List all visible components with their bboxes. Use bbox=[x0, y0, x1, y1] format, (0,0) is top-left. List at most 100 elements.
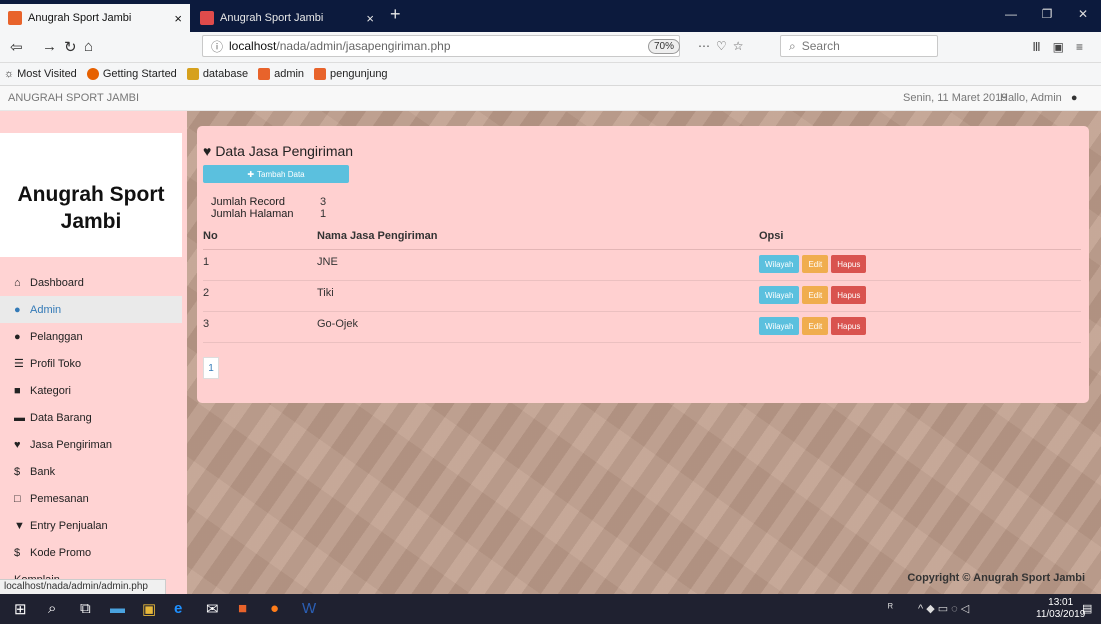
user-greeting[interactable]: Hallo, Admin ● bbox=[1000, 92, 1077, 104]
tab-active[interactable]: Anugrah Sport Jambi × bbox=[0, 4, 190, 32]
record-count-value: 3 bbox=[320, 196, 327, 208]
site-favicon-icon bbox=[200, 11, 214, 25]
search-icon[interactable]: ⌕ bbox=[48, 600, 56, 617]
wilayah-button[interactable]: Wilayah bbox=[759, 286, 800, 304]
forward-icon[interactable]: → bbox=[42, 38, 57, 55]
zoom-level[interactable]: 70% bbox=[648, 39, 681, 54]
site-header: ANUGRAH SPORT JAMBI Senin, 11 Maret 2019… bbox=[0, 86, 1101, 111]
sidebar-item-pelanggan[interactable]: ● Pelanggan bbox=[0, 323, 187, 350]
minimize-icon[interactable]: — bbox=[993, 0, 1029, 28]
map-marker-icon: ♥ bbox=[203, 143, 212, 159]
bookmark-pengunjung[interactable]: pengunjung bbox=[314, 68, 388, 80]
cart-icon: □ bbox=[14, 492, 21, 505]
pagination-page-1[interactable]: 1 bbox=[203, 357, 219, 379]
windows-start-icon[interactable]: ⊞ bbox=[14, 600, 27, 618]
bookmark-most-visited[interactable]: ☼ Most Visited bbox=[4, 68, 77, 80]
hapus-button[interactable]: Hapus bbox=[831, 286, 867, 304]
new-tab-button[interactable]: + bbox=[390, 4, 401, 25]
bookmarks-bar: ☼ Most Visited Getting Started database a… bbox=[0, 63, 1101, 86]
record-count-label: Jumlah Record bbox=[211, 196, 285, 208]
sidebar-item-profil-toko[interactable]: ☰ Profil Toko bbox=[0, 350, 187, 377]
logo-box: Anugrah Sport Jambi bbox=[0, 133, 182, 257]
cart-icon: ▼ bbox=[14, 519, 25, 532]
row-name: Tiki bbox=[317, 287, 334, 299]
user-icon: ● bbox=[14, 303, 21, 316]
sidebar-item-kode-promo[interactable]: $ Kode Promo bbox=[0, 539, 187, 566]
wilayah-button[interactable]: Wilayah bbox=[759, 317, 800, 335]
bookmark-getting-started[interactable]: Getting Started bbox=[86, 68, 177, 80]
search-placeholder: Search bbox=[801, 39, 840, 53]
restore-icon[interactable]: ❐ bbox=[1029, 0, 1065, 28]
dollar-icon: $ bbox=[14, 465, 21, 478]
row-number: 2 bbox=[203, 287, 210, 299]
book-icon: ■ bbox=[14, 384, 21, 397]
site-favicon-icon bbox=[314, 68, 327, 80]
bookmark-admin[interactable]: admin bbox=[258, 68, 304, 80]
home-icon[interactable]: ⌂ bbox=[84, 38, 93, 55]
close-window-icon[interactable]: ✕ bbox=[1065, 0, 1101, 28]
sidebar-item-bank[interactable]: $ Bank bbox=[0, 458, 187, 485]
sidebar-item-dashboard[interactable]: ⌂ Dashboard bbox=[0, 269, 187, 296]
tray-icons[interactable]: ^ ◆ ▭ ◌ ◁ bbox=[918, 602, 969, 615]
table-row: 3 Go-Ojek Wilayah Edit Hapus bbox=[203, 312, 1081, 343]
sidebar: Anugrah Sport Jambi ⌂ Dashboard ● Admin ● P… bbox=[0, 111, 187, 594]
store-icon[interactable]: ▣ bbox=[142, 600, 156, 618]
row-actions: Wilayah Edit Hapus bbox=[759, 286, 869, 304]
main-panel: ♥ Data Jasa Pengiriman ✚ Tambah Data Jumla… bbox=[197, 126, 1089, 403]
search-input[interactable]: ⌕ Search bbox=[780, 35, 938, 57]
edit-button[interactable]: Edit bbox=[802, 255, 829, 273]
firefox-icon[interactable]: ● bbox=[270, 600, 279, 617]
edit-button[interactable]: Edit bbox=[802, 317, 829, 335]
edit-button[interactable]: Edit bbox=[802, 286, 829, 304]
map-marker-icon: ♥ bbox=[14, 438, 21, 451]
people-icon[interactable]: ᴿ bbox=[888, 602, 893, 614]
dollar-icon: $ bbox=[14, 546, 21, 559]
sidebar-item-entry-penjualan[interactable]: ▼ Entry Penjualan bbox=[0, 512, 187, 539]
page-title: ♥ Data Jasa Pengiriman bbox=[203, 143, 354, 159]
hapus-button[interactable]: Hapus bbox=[831, 317, 867, 335]
sidebar-item-jasa-pengiriman[interactable]: ♥ Jasa Pengiriman bbox=[0, 431, 187, 458]
column-header-opsi: Opsi bbox=[759, 230, 784, 242]
table-header: No Nama Jasa Pengiriman Opsi bbox=[203, 227, 1081, 250]
library-icon[interactable]: Ⅲ▣≡ bbox=[1032, 40, 1095, 54]
bookmark-database[interactable]: database bbox=[186, 68, 248, 80]
tab-inactive[interactable]: Anugrah Sport Jambi × bbox=[192, 4, 382, 32]
add-data-button[interactable]: ✚ Tambah Data bbox=[203, 165, 349, 183]
browser-nav-bar: ⇦ → ↻ ⌂ ⓘ localhost/nada/admin/jasapengi… bbox=[0, 32, 1101, 63]
site-favicon-icon bbox=[258, 68, 271, 80]
page-actions-icon[interactable]: ⋯♡☆ bbox=[698, 39, 750, 53]
taskbar-clock[interactable]: 13:01 11/03/2019 bbox=[1036, 597, 1085, 621]
url-host: localhost bbox=[229, 39, 277, 53]
mail-icon[interactable]: ✉ bbox=[206, 600, 219, 618]
url-bar[interactable]: ⓘ localhost/nada/admin/jasapengiriman.ph… bbox=[202, 35, 680, 57]
wilayah-button[interactable]: Wilayah bbox=[759, 255, 800, 273]
notification-icon[interactable]: ▤ bbox=[1082, 602, 1092, 615]
sidebar-item-kategori[interactable]: ■ Kategori bbox=[0, 377, 187, 404]
row-actions: Wilayah Edit Hapus bbox=[759, 255, 869, 273]
tab-close-icon[interactable]: × bbox=[174, 11, 182, 26]
task-view-icon[interactable]: ⧉ bbox=[80, 600, 91, 617]
logo: Anugrah Sport Jambi bbox=[17, 183, 165, 233]
sidebar-item-admin[interactable]: ● Admin bbox=[0, 296, 182, 323]
window-controls: — ❐ ✕ bbox=[993, 0, 1101, 28]
tab-close-icon[interactable]: × bbox=[366, 11, 374, 26]
database-icon bbox=[186, 68, 199, 80]
xampp-icon[interactable]: ■ bbox=[238, 600, 247, 617]
list-icon: ☰ bbox=[14, 358, 24, 370]
info-icon[interactable]: ⓘ bbox=[211, 38, 223, 55]
reload-icon[interactable]: ↻ bbox=[64, 38, 77, 56]
file-explorer-icon[interactable]: ▬ bbox=[110, 600, 125, 617]
edge-icon[interactable]: e bbox=[174, 600, 182, 617]
table-row: 1 JNE Wilayah Edit Hapus bbox=[203, 250, 1081, 281]
back-icon[interactable]: ⇦ bbox=[10, 38, 23, 56]
hapus-button[interactable]: Hapus bbox=[831, 255, 867, 273]
word-icon[interactable]: W bbox=[302, 600, 316, 617]
row-number: 1 bbox=[203, 256, 210, 268]
folder-icon: ▬ bbox=[14, 411, 25, 424]
sidebar-item-data-barang[interactable]: ▬ Data Barang bbox=[0, 404, 187, 431]
sidebar-item-pemesanan[interactable]: □ Pemesanan bbox=[0, 485, 187, 512]
header-date: Senin, 11 Maret 2019 bbox=[903, 92, 1008, 104]
site-brand[interactable]: ANUGRAH SPORT JAMBI bbox=[8, 92, 139, 104]
row-name: Go-Ojek bbox=[317, 318, 358, 330]
firefox-icon bbox=[86, 68, 99, 80]
